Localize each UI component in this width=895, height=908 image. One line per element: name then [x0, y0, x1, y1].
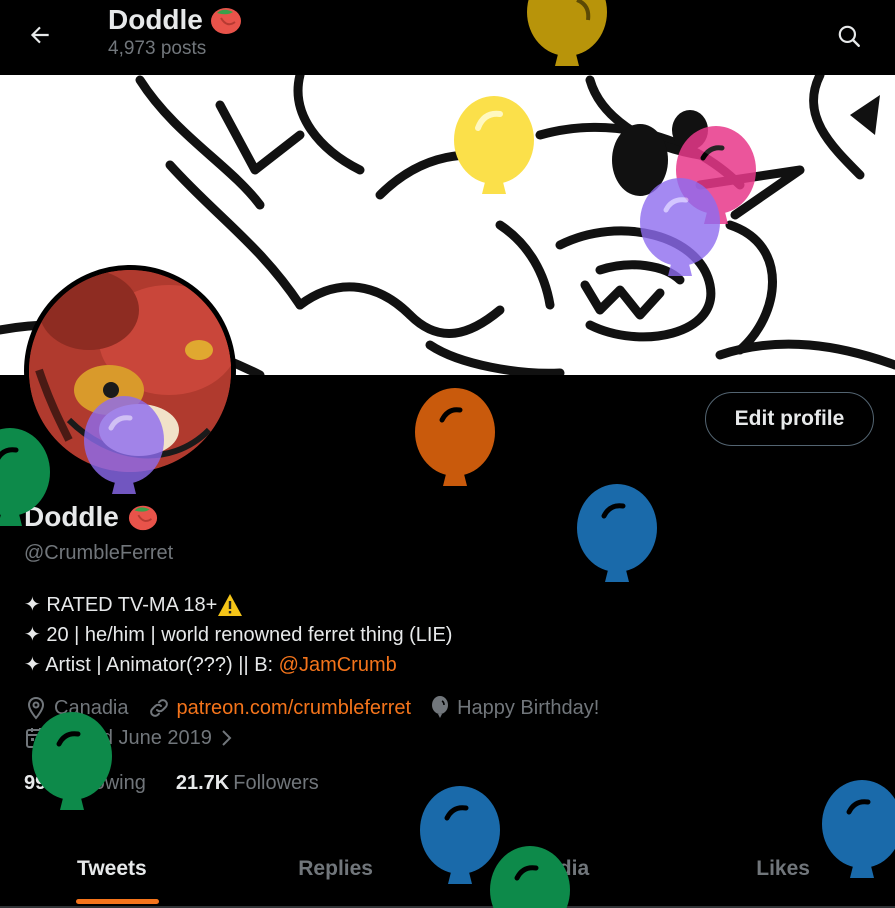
peach-emoji-icon: [128, 505, 157, 531]
tab-label: Tweets: [77, 857, 147, 880]
top-bar: Doddle 4,973 posts: [0, 0, 895, 75]
peach-emoji-icon: [210, 8, 241, 34]
balloon-icon: [432, 696, 449, 718]
followers-link[interactable]: 21.7K Followers: [176, 772, 319, 795]
tab-replies[interactable]: Replies: [224, 830, 448, 908]
bio-line: ✦ RATED TV-MA 18+: [24, 590, 452, 620]
bio-line: ✦ 20 | he/him | world renowned ferret th…: [24, 620, 452, 650]
profile-tabs: Tweets Replies Media Likes: [0, 830, 895, 908]
calendar-icon: [26, 728, 46, 748]
profile-name: Doddle: [24, 501, 119, 532]
bio-text: ✦ Artist | Animator(???) || B:: [24, 654, 279, 676]
following-label: Following: [61, 772, 146, 794]
bio-text: ✦ RATED TV-MA 18+: [24, 594, 218, 616]
back-button[interactable]: [20, 17, 60, 53]
location-item: Canadia: [24, 696, 129, 720]
edit-profile-button[interactable]: Edit profile: [705, 392, 874, 446]
profile-meta: Canadia patreon.com/crumbleferret Happy …: [24, 696, 617, 720]
following-link[interactable]: 997 Following: [24, 772, 146, 795]
followers-label: Followers: [233, 772, 319, 794]
profile-avatar[interactable]: [24, 265, 236, 477]
follow-stats: 997 Following 21.7K Followers: [24, 772, 349, 795]
bio-line: ✦ Artist | Animator(???) || B: @JamCrumb: [24, 650, 452, 680]
mention-link[interactable]: @JamCrumb: [279, 650, 397, 680]
tab-media[interactable]: Media: [448, 830, 672, 908]
search-icon: [838, 25, 860, 47]
balloon-icon: [577, 484, 657, 582]
balloon-icon: [415, 388, 495, 486]
website-link[interactable]: patreon.com/crumbleferret: [177, 697, 412, 720]
header-title-block: Doddle 4,973 posts: [108, 4, 243, 60]
search-button[interactable]: [829, 16, 869, 56]
profile-bio: ✦ RATED TV-MA 18+ ✦ 20 | he/him | world …: [24, 590, 452, 680]
tab-label: Replies: [298, 857, 373, 880]
tab-label: Media: [529, 857, 590, 880]
warning-icon: [218, 594, 243, 616]
posts-count: 4,973 posts: [108, 38, 207, 59]
birthday-item: Happy Birthday!: [429, 696, 599, 720]
joined-text: Joined June 2019: [54, 726, 212, 749]
page-title: Doddle: [108, 4, 203, 35]
chevron-right-icon[interactable]: [218, 728, 234, 748]
bio-text: ✦ 20 | he/him | world renowned ferret th…: [24, 624, 453, 646]
avatar-image: [29, 270, 231, 472]
tab-likes[interactable]: Likes: [671, 830, 895, 908]
arrow-left-icon: [30, 26, 49, 44]
active-tab-indicator: [76, 899, 159, 904]
profile-handle: @CrumbleFerret: [24, 542, 174, 564]
tab-tweets[interactable]: Tweets: [0, 830, 224, 908]
website-item: patreon.com/crumbleferret: [147, 696, 412, 720]
joined-item: Joined June 2019: [24, 726, 234, 750]
profile-name-row: Doddle: [24, 501, 159, 533]
following-count: 997: [24, 772, 58, 794]
followers-count: 21.7K: [175, 772, 230, 794]
birthday-text: Happy Birthday!: [457, 696, 600, 719]
tab-label: Likes: [756, 857, 810, 880]
location-pin-icon: [27, 696, 45, 720]
location-text: Canadia: [54, 696, 129, 719]
link-icon: [149, 699, 168, 717]
